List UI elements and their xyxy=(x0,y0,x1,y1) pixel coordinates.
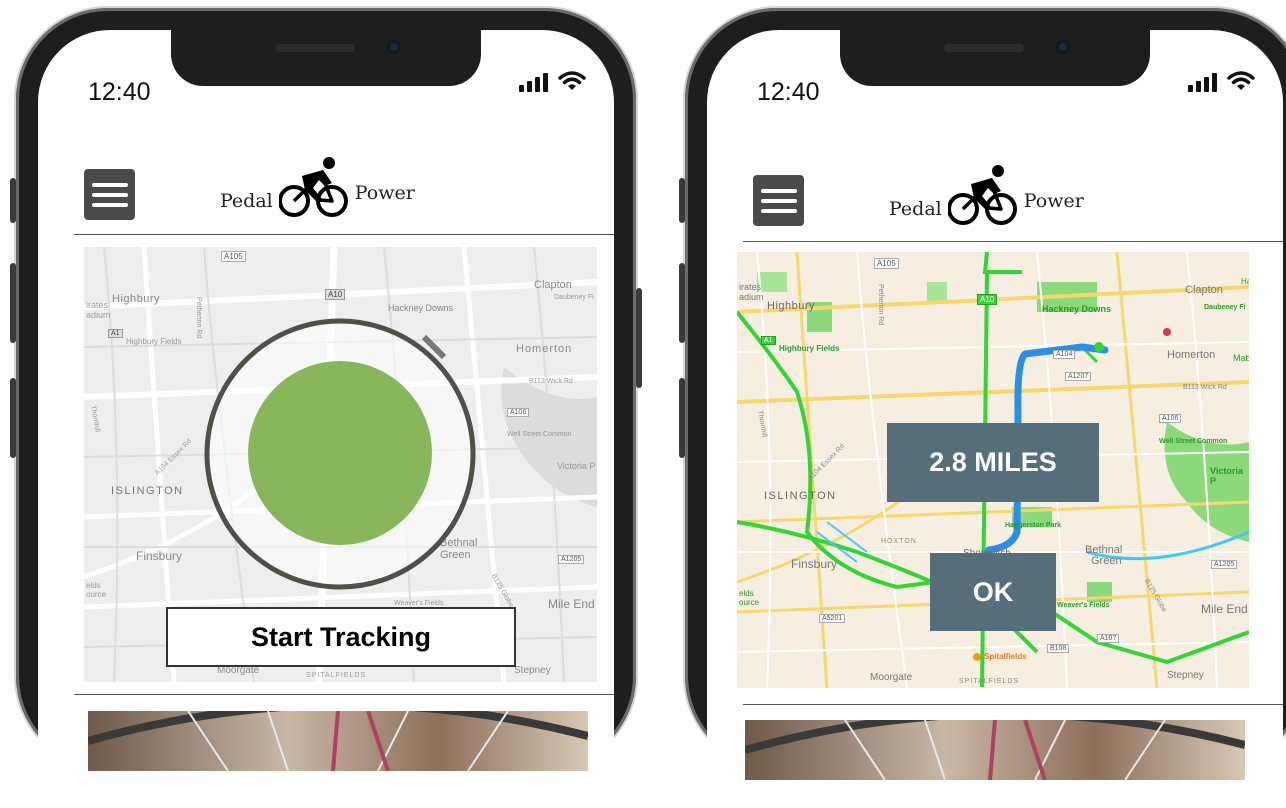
map-label: Highbury xyxy=(767,300,816,312)
map-label: A1205 xyxy=(1211,560,1238,569)
ok-button[interactable]: OK xyxy=(930,553,1056,631)
side-button xyxy=(679,378,685,458)
cyclist-icon xyxy=(947,165,1017,225)
speaker xyxy=(275,44,355,52)
phone-screen: 12:40 Pedal Power A105 A10 irates adium … xyxy=(38,30,614,808)
map-label: Highbury Fields xyxy=(779,344,840,353)
wheel-spokes xyxy=(745,720,1245,780)
brand-text-left: Pedal xyxy=(220,190,273,212)
map-label: Stepney xyxy=(1167,670,1204,681)
notch xyxy=(840,30,1150,86)
side-button xyxy=(679,178,685,223)
map-label: A1 xyxy=(761,336,776,345)
menu-icon xyxy=(91,182,128,187)
side-button xyxy=(10,178,16,223)
map-label: ource xyxy=(739,598,760,607)
map-label: Ha xyxy=(1241,277,1249,286)
brand-text-left: Pedal xyxy=(889,198,942,220)
menu-button[interactable] xyxy=(84,169,135,220)
map-label: Moorgate xyxy=(870,672,913,683)
phone-screen: 12:40 Pedal Power A105 A10 irates adium … xyxy=(707,30,1283,808)
wheel-spokes xyxy=(88,711,588,771)
speaker xyxy=(944,44,1024,52)
map-label: Weaver's Fields xyxy=(1057,602,1110,609)
status-icons xyxy=(1188,70,1255,92)
status-icons xyxy=(519,70,586,92)
wifi-icon xyxy=(558,71,586,90)
notch xyxy=(171,30,481,86)
map-label: A106 xyxy=(1159,414,1182,423)
header-divider xyxy=(743,241,1283,242)
map-label: Spitalfields xyxy=(984,652,1027,661)
bike-photo xyxy=(88,711,588,771)
map-label: A10 xyxy=(977,294,998,305)
bike-photo xyxy=(745,720,1245,780)
map-label: A107 xyxy=(1097,634,1120,643)
map-label: Petherton Rd xyxy=(877,284,884,326)
start-tracking-button[interactable]: Start Tracking xyxy=(166,607,516,667)
map-label: Haggerston Park xyxy=(1005,522,1062,529)
map-label: B113 Wick Rd xyxy=(1183,384,1227,391)
map-label: A104 xyxy=(1053,350,1076,359)
map-label: Daubeney Fi xyxy=(1204,304,1246,311)
map-label: Mab xyxy=(1233,353,1249,363)
side-button xyxy=(10,378,16,458)
phone-frame-right: 12:40 Pedal Power A105 A10 irates adium … xyxy=(679,8,1286,808)
map-label: Finsbury xyxy=(791,557,838,571)
map-label: Victoria P xyxy=(1210,466,1243,486)
camera xyxy=(387,40,401,54)
map-label: A1207 xyxy=(1065,372,1092,381)
map-label: ISLINGTON xyxy=(764,490,837,502)
map-label: irates xyxy=(739,282,762,292)
map-label: A105 xyxy=(874,258,899,269)
status-time: 12:40 xyxy=(757,78,820,106)
tracking-indicator xyxy=(248,361,432,545)
map-label: adium xyxy=(739,292,764,302)
wifi-icon xyxy=(1227,71,1255,90)
map-label: Green xyxy=(1091,555,1122,567)
map-label: Homerton xyxy=(1167,349,1216,361)
signal-icon xyxy=(1188,72,1217,92)
camera xyxy=(1056,40,1070,54)
map-label: B108 xyxy=(1047,644,1070,653)
map-label: Clapton xyxy=(1185,284,1223,296)
distance-display: 2.8 MILES xyxy=(887,423,1099,502)
content-divider xyxy=(74,694,614,695)
phone-frame-left: 12:40 Pedal Power A105 A10 irates adium … xyxy=(10,8,642,808)
cyclist-icon xyxy=(278,157,348,217)
side-button xyxy=(636,288,642,388)
map-label: Hackney Downs xyxy=(1042,304,1112,314)
brand-text-right: Power xyxy=(1023,190,1084,212)
side-button xyxy=(679,263,685,343)
menu-button[interactable] xyxy=(753,175,804,226)
map-label: HOXTON xyxy=(881,538,917,545)
map-label: Well Street Common xyxy=(1159,438,1228,445)
signal-icon xyxy=(519,72,548,92)
content-divider xyxy=(743,704,1283,705)
map-label: elds xyxy=(739,589,754,598)
header-divider xyxy=(74,234,614,235)
brand-text-right: Power xyxy=(354,182,415,204)
map-label: Mile End xyxy=(1201,602,1248,616)
side-button xyxy=(10,263,16,343)
status-time: 12:40 xyxy=(88,78,151,106)
map-label: A5201 xyxy=(819,614,846,623)
menu-icon xyxy=(760,188,797,193)
brand-logo: Pedal Power xyxy=(889,164,1084,226)
map-label: SPITALFIELDS xyxy=(959,678,1020,685)
brand-logo: Pedal Power xyxy=(220,156,415,218)
